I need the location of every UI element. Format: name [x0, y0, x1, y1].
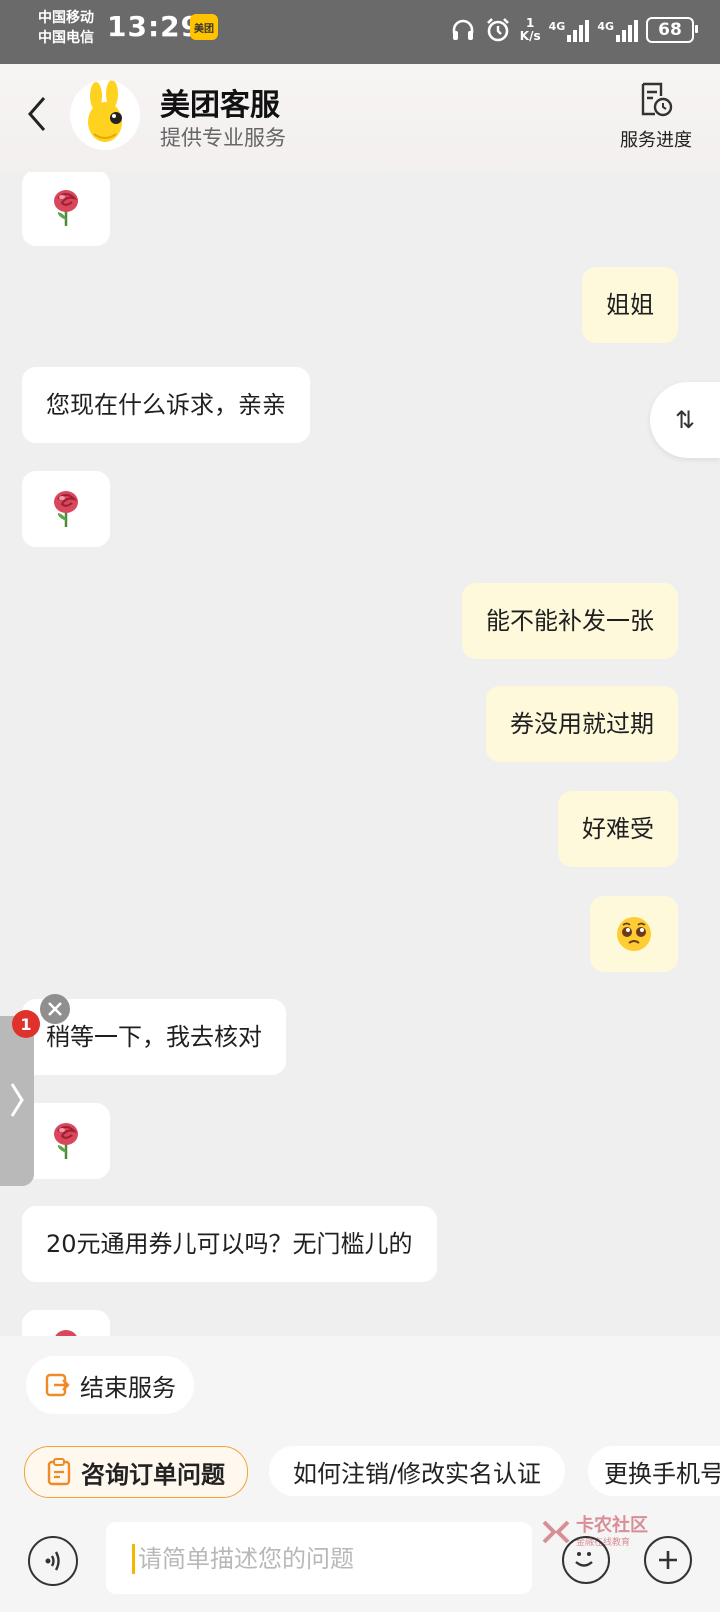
message-text: 姐姐 [606, 291, 654, 319]
rose-emoji-icon [55, 1330, 77, 1336]
message-bubble-outgoing[interactable]: 券没用就过期 [486, 686, 678, 762]
message-text: 能不能补发一张 [486, 607, 654, 635]
meituan-notification-icon: 美团 [190, 14, 218, 40]
rose-emoji-icon [54, 491, 78, 527]
clipboard-icon [47, 1458, 71, 1486]
chip-order-questions[interactable]: 咨询订单问题 [24, 1446, 248, 1498]
message-bubble-outgoing[interactable] [590, 896, 678, 972]
text-caret [132, 1544, 135, 1574]
signal-bars-icon [616, 18, 638, 42]
alarm-icon [484, 16, 512, 44]
carrier-1: 中国移动 [38, 10, 94, 26]
carrier-names: 中国移动 中国电信 [38, 8, 94, 48]
signal-bars-icon [567, 18, 590, 42]
speed-unit: K/s [519, 29, 541, 43]
page-title: 美团客服 [160, 88, 280, 123]
message-bubble-incoming[interactable] [22, 1310, 110, 1336]
voice-icon [45, 1551, 60, 1571]
message-bubble-incoming[interactable] [22, 1103, 110, 1179]
message-text: 稍等一下，我去核对 [46, 1023, 262, 1051]
message-input-box[interactable] [106, 1522, 532, 1596]
status-icons: 1 K/s 4G 4G 68 [450, 12, 698, 48]
quick-question-chips: 咨询订单问题 如何注销/修改实名认证 更换手机号 [24, 1446, 720, 1498]
bottom-panel: 结束服务 咨询订单问题 如何注销/修改实名认证 更换手机号 请简单描述您的问题 … [0, 1336, 720, 1612]
message-bubble-incoming[interactable]: 您现在什么诉求，亲亲 [22, 367, 310, 443]
avatar[interactable] [70, 80, 140, 150]
service-progress-button[interactable]: 服务进度 [616, 82, 696, 152]
signal-1: 4G [549, 18, 590, 42]
unread-badge: 1 [12, 1010, 40, 1038]
message-text: 20元通用券儿可以吗？无门槛儿的 [46, 1230, 413, 1258]
chevron-left-icon [28, 97, 46, 131]
message-input[interactable] [136, 1522, 520, 1596]
chip-change-phone[interactable]: 更换手机号 [588, 1446, 720, 1496]
chip-cancel-account[interactable]: 如何注销/修改实名认证 [269, 1446, 565, 1496]
more-actions-button[interactable] [644, 1536, 692, 1584]
sort-arrows-icon: ⇅ [674, 406, 696, 434]
document-clock-icon [641, 82, 673, 117]
message-bubble-outgoing[interactable]: 姐姐 [582, 267, 678, 343]
network-type-2: 4G [597, 20, 614, 33]
sort-toggle-button[interactable]: ⇅ [650, 382, 720, 458]
network-type-1: 4G [548, 20, 566, 33]
message-bubble-incoming[interactable] [22, 471, 110, 547]
pleading-face-emoji-icon [617, 917, 651, 951]
status-bar: 中国移动 中国电信 13:29 美团 1 K/s 4G 4G 68 [0, 0, 720, 64]
watermark-text: 卡农社区 [576, 1514, 648, 1536]
chat-header: 美团客服 提供专业服务 服务进度 [0, 64, 720, 172]
headphones-icon [450, 17, 476, 43]
page-subtitle: 提供专业服务 [160, 126, 286, 150]
battery-level: 68 [658, 20, 682, 40]
signal-2: 4G [597, 18, 638, 42]
message-text: 您现在什么诉求，亲亲 [46, 391, 286, 419]
message-bubble-outgoing[interactable]: 能不能补发一张 [462, 583, 678, 659]
message-text: 好难受 [582, 815, 654, 843]
message-bubble-outgoing[interactable]: 好难受 [558, 791, 678, 867]
rose-emoji-icon [54, 1123, 78, 1159]
end-service-label: 结束服务 [80, 1373, 176, 1402]
chip-label: 咨询订单问题 [81, 1460, 225, 1489]
kangaroo-mascot-icon [88, 80, 122, 142]
message-list[interactable]: 姐姐 您现在什么诉求，亲亲 能不能补发一张 券没用就过期 好难受 稍等一下，我去… [0, 172, 720, 1336]
message-bubble-incoming[interactable] [22, 172, 110, 246]
clock: 13:29 [107, 10, 202, 43]
rose-emoji-icon [54, 190, 78, 226]
side-drawer-tab[interactable] [0, 1016, 34, 1186]
carrier-2: 中国电信 [38, 30, 94, 46]
close-icon[interactable] [40, 994, 70, 1024]
network-speed: 1 K/s [520, 17, 541, 43]
chip-label: 如何注销/修改实名认证 [292, 1459, 542, 1488]
end-service-button[interactable]: 结束服务 [26, 1356, 194, 1414]
emoji-button[interactable] [562, 1536, 610, 1584]
message-text: 券没用就过期 [510, 710, 654, 738]
service-progress-label: 服务进度 [620, 130, 692, 151]
exit-icon [45, 1373, 70, 1397]
back-button[interactable] [22, 92, 52, 136]
chip-label: 更换手机号 [604, 1459, 720, 1488]
message-bubble-incoming[interactable]: 20元通用券儿可以吗？无门槛儿的 [22, 1206, 437, 1282]
voice-input-button[interactable] [28, 1536, 78, 1586]
battery-icon: 68 [646, 17, 698, 43]
chevron-right-icon [10, 1083, 24, 1117]
smiley-icon [575, 1552, 593, 1567]
plus-icon [659, 1551, 677, 1569]
input-bar: 卡农社区 金融在线教育 [0, 1516, 720, 1602]
